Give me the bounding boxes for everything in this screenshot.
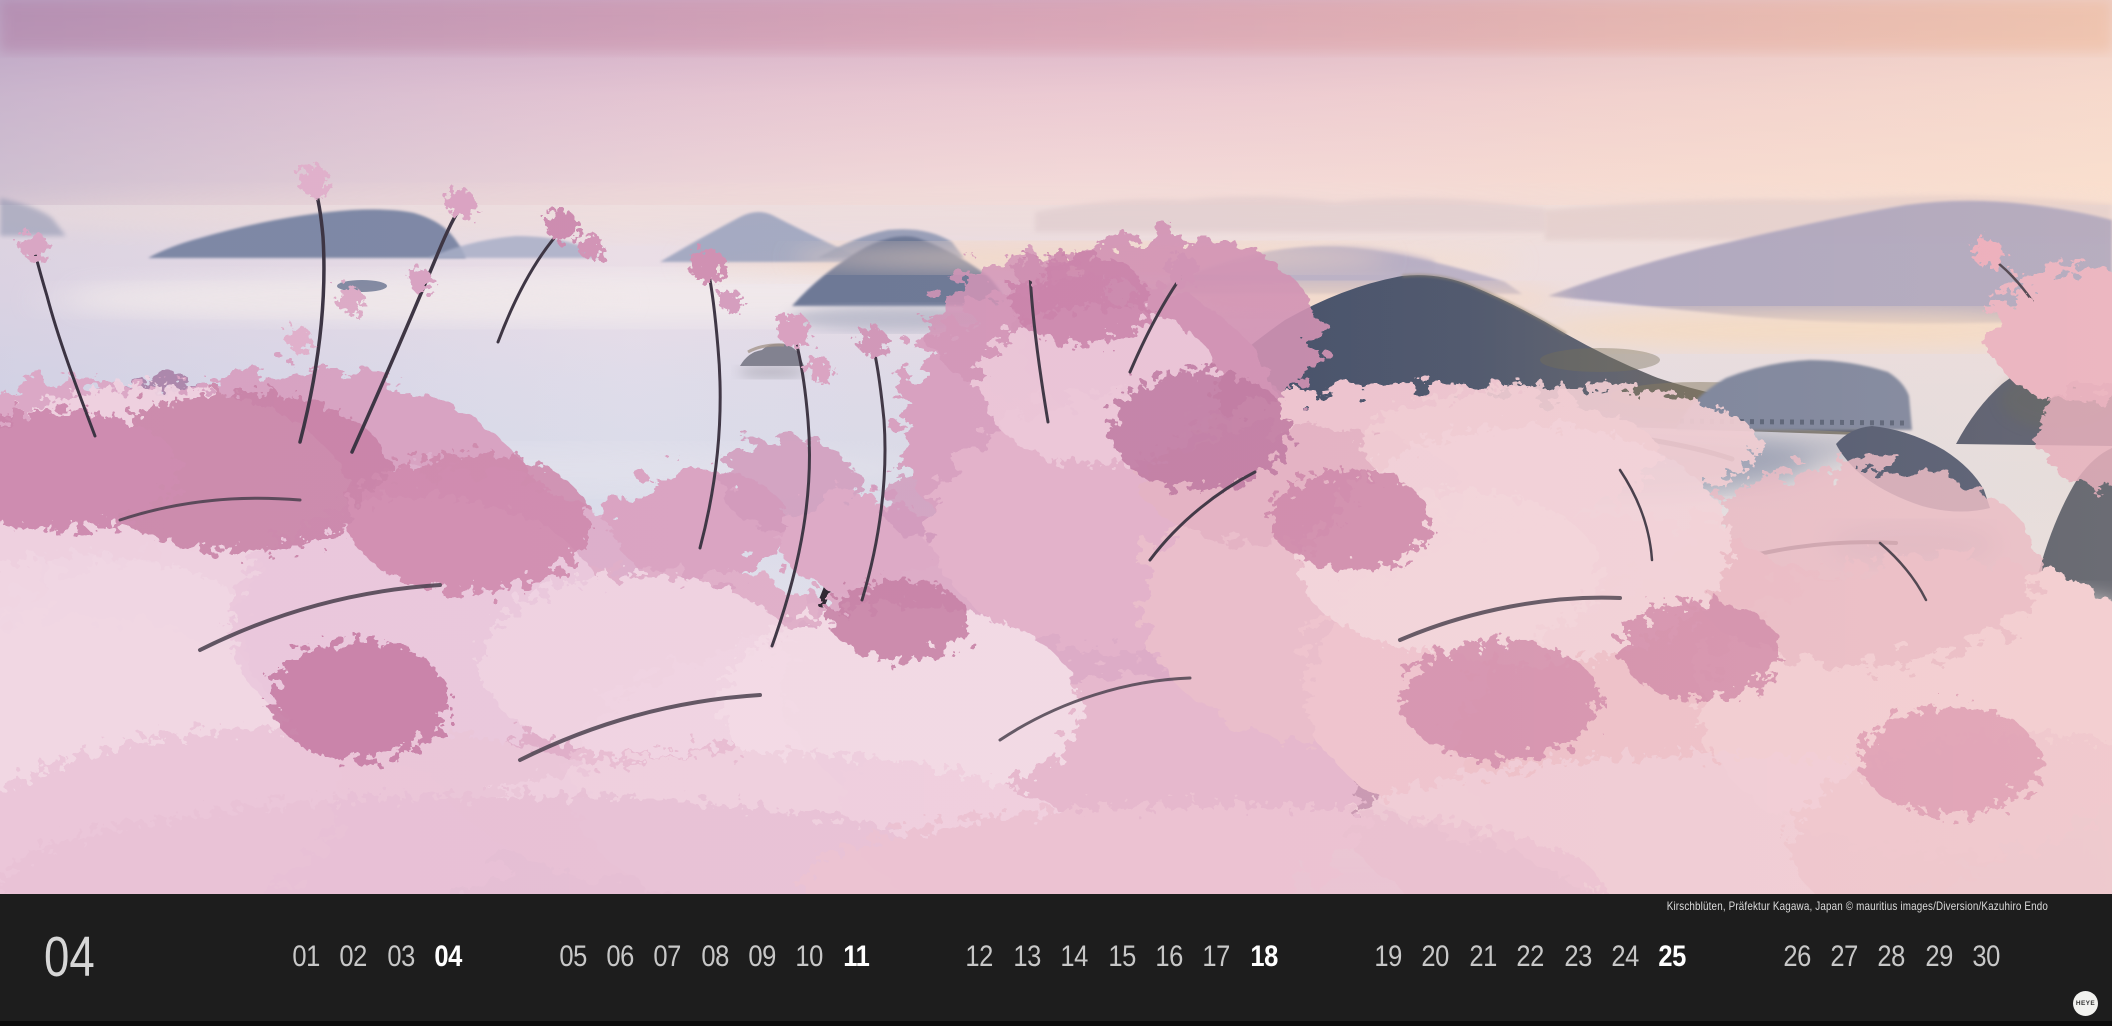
- date-13: 13: [1013, 940, 1041, 974]
- date-14: 14: [1061, 940, 1089, 974]
- date-19: 19: [1375, 940, 1403, 974]
- week-group: 05 06 07 08 09 10 11: [557, 940, 872, 974]
- date-21: 21: [1469, 940, 1497, 974]
- publisher-logo-heye: HEYE: [2073, 991, 2098, 1016]
- month-number: 04: [44, 894, 95, 1020]
- date-27: 27: [1831, 940, 1859, 974]
- date-04: 04: [435, 940, 463, 974]
- date-23: 23: [1564, 940, 1592, 974]
- date-09: 09: [748, 940, 776, 974]
- date-12: 12: [966, 940, 994, 974]
- date-28: 28: [1878, 940, 1906, 974]
- calendar-page: 04 0102030405060708091011121314151617181…: [0, 0, 2112, 1026]
- date-07: 07: [654, 940, 682, 974]
- cherry-blossoms: [0, 0, 2112, 894]
- date-26: 26: [1783, 940, 1811, 974]
- week-group: 12 13 14 15 16 17 18: [963, 940, 1280, 974]
- date-16: 16: [1155, 940, 1183, 974]
- date-05: 05: [559, 940, 587, 974]
- date-30: 30: [1973, 940, 2001, 974]
- photo-caption: Kirschblüten, Präfektur Kagawa, Japan © …: [1667, 899, 2048, 913]
- date-11: 11: [843, 940, 869, 974]
- date-18: 18: [1250, 940, 1278, 974]
- week-group: 26 27 28 29 30: [1781, 940, 2003, 974]
- photo-panorama-svg: [0, 0, 2112, 894]
- week-group: 19 20 21 22 23 24 25: [1372, 940, 1689, 974]
- date-06: 06: [606, 940, 634, 974]
- date-15: 15: [1108, 940, 1136, 974]
- date-01: 01: [292, 940, 320, 974]
- date-17: 17: [1203, 940, 1231, 974]
- date-29: 29: [1925, 940, 1953, 974]
- date-03: 03: [387, 940, 415, 974]
- calendar-photo: [0, 0, 2112, 894]
- date-24: 24: [1611, 940, 1639, 974]
- date-02: 02: [340, 940, 368, 974]
- date-20: 20: [1422, 940, 1450, 974]
- date-10: 10: [796, 940, 824, 974]
- date-22: 22: [1517, 940, 1545, 974]
- date-08: 08: [701, 940, 729, 974]
- date-25: 25: [1659, 940, 1687, 974]
- week-group: 01 02 03 04: [290, 940, 465, 974]
